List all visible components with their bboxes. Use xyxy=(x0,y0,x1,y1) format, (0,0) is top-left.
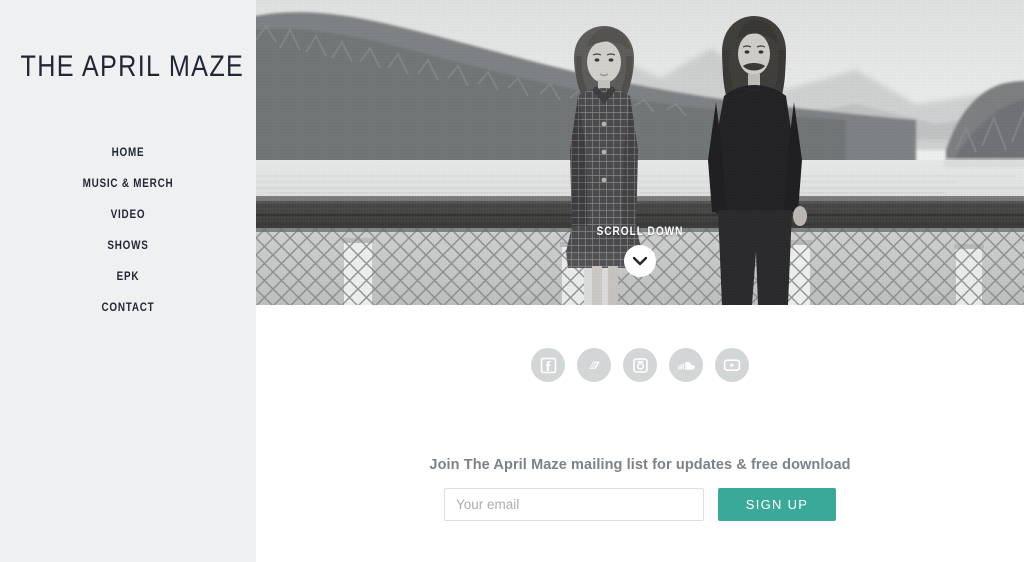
hero-banner: SCROLL DOWN xyxy=(256,0,1024,305)
sidebar-item-epk[interactable]: EPK xyxy=(18,262,238,293)
sidebar-item-contact[interactable]: CONTACT xyxy=(18,293,238,324)
signup-form: SIGN UP xyxy=(256,488,1024,521)
sidebar-item-shows[interactable]: SHOWS xyxy=(18,231,238,262)
mailing-list-section: Join The April Maze mailing list for upd… xyxy=(256,457,1024,521)
social-link-youtube[interactable] xyxy=(715,348,749,382)
mailing-list-title: Join The April Maze mailing list for upd… xyxy=(429,457,851,473)
social-link-bandcamp[interactable] xyxy=(577,348,611,382)
sidebar-item-music-merch[interactable]: MUSIC & MERCH xyxy=(18,169,238,200)
social-links xyxy=(256,348,1024,382)
chevron-down-icon xyxy=(633,256,647,265)
sidebar: THE APRIL MAZE HOME MUSIC & MERCH VIDEO … xyxy=(0,0,256,562)
email-field[interactable] xyxy=(444,488,704,521)
sign-up-button[interactable]: SIGN UP xyxy=(718,488,836,521)
sidebar-item-home[interactable]: HOME xyxy=(18,138,238,169)
page-root: THE APRIL MAZE HOME MUSIC & MERCH VIDEO … xyxy=(0,0,1024,562)
facebook-icon xyxy=(540,357,556,373)
scroll-down-label: SCROLL DOWN xyxy=(596,226,684,238)
bandcamp-icon xyxy=(588,361,600,369)
main-navigation: HOME MUSIC & MERCH VIDEO SHOWS EPK CONTA… xyxy=(0,138,256,324)
social-link-instagram[interactable] xyxy=(623,348,657,382)
soundcloud-icon xyxy=(677,361,695,370)
social-link-facebook[interactable] xyxy=(531,348,565,382)
main-content: Join The April Maze mailing list for upd… xyxy=(256,305,1024,562)
youtube-icon xyxy=(723,359,741,372)
scroll-down-button[interactable] xyxy=(624,245,656,277)
sidebar-item-video[interactable]: VIDEO xyxy=(18,200,238,231)
instagram-icon xyxy=(632,357,648,373)
social-link-soundcloud[interactable] xyxy=(669,348,703,382)
page-title: THE APRIL MAZE xyxy=(20,50,245,83)
